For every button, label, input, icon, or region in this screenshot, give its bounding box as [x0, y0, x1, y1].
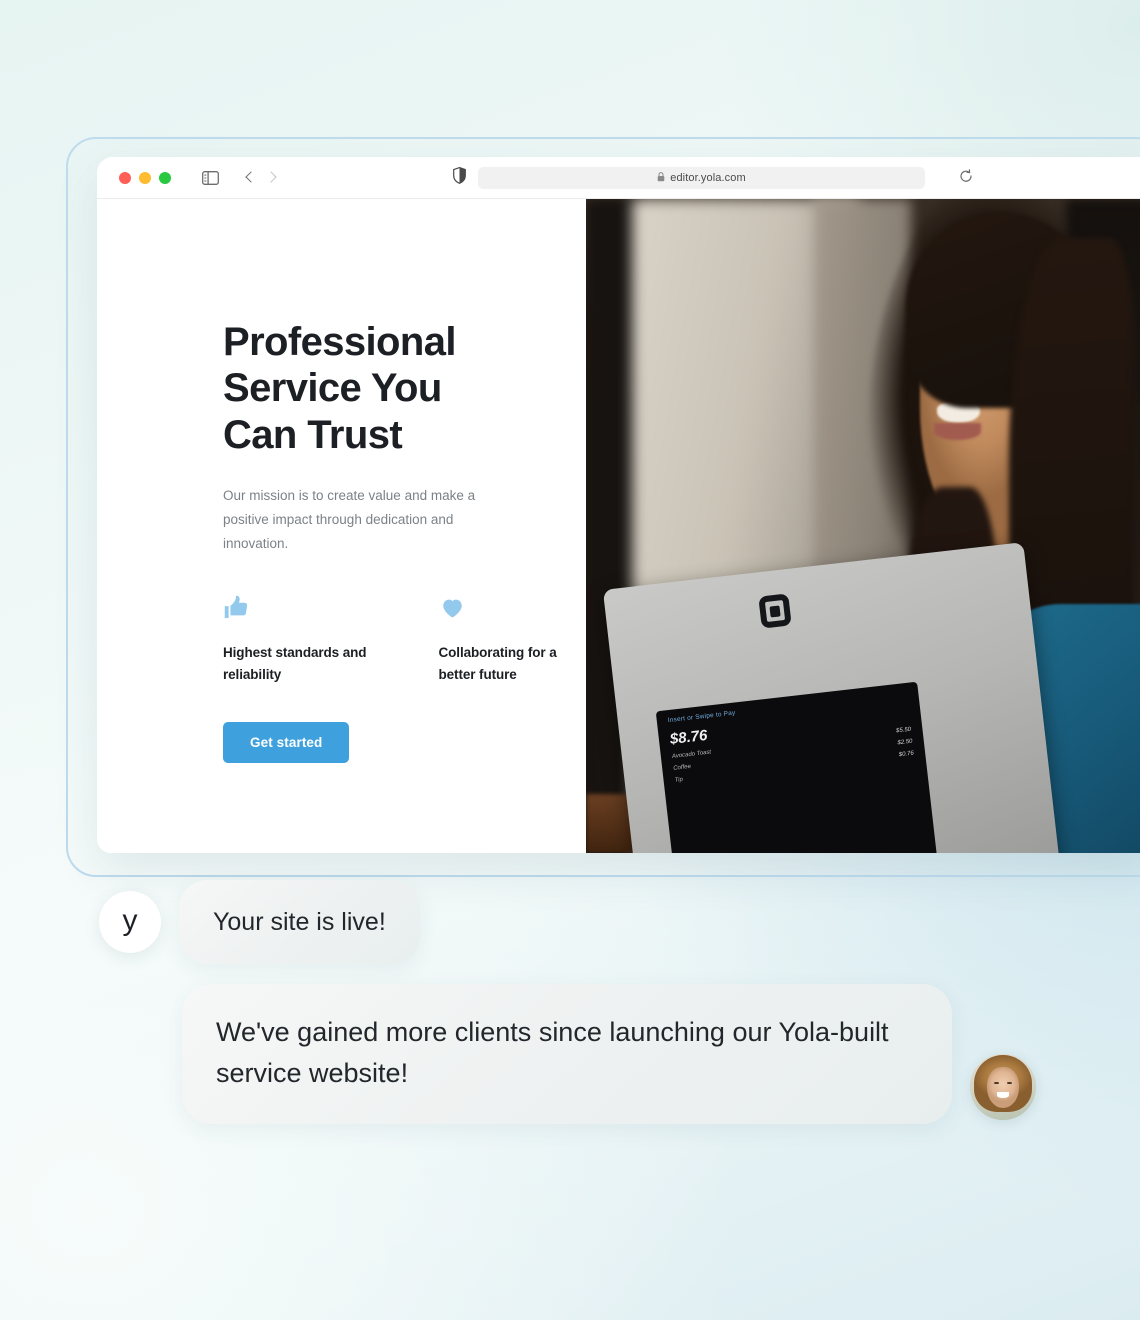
pos-item-price: $0.76 — [898, 750, 915, 759]
photo-pos-terminal-screen: Insert or Swipe to Pay $8.76 Avocado Toa… — [655, 681, 939, 853]
pos-item-name: Coffee — [672, 763, 692, 772]
sidebar-toggle-icon[interactable] — [202, 170, 219, 185]
maximize-window-button[interactable] — [159, 171, 171, 184]
chat-bubble-yola: Your site is live! — [179, 880, 420, 964]
feature-item: Collaborating for a better future — [439, 594, 587, 686]
hero-title: Professional Service You Can Trust — [223, 320, 456, 457]
hero-subtitle: Our mission is to create value and make … — [223, 488, 476, 552]
feature-item: Highest standards and reliability — [223, 594, 371, 686]
chat-thread: y Your site is live! We've gained more c… — [0, 880, 1140, 1125]
pos-item-price: $5.50 — [895, 726, 912, 735]
chevron-left-icon[interactable] — [241, 170, 257, 186]
lock-icon — [657, 169, 665, 187]
reload-icon[interactable] — [959, 168, 973, 188]
yola-logo-avatar: y — [99, 891, 161, 953]
browser-toolbar: editor.yola.com — [97, 157, 1140, 199]
minimize-window-button[interactable] — [139, 171, 151, 184]
pos-item-name: Tip — [674, 776, 684, 784]
thumbs-up-icon — [223, 594, 371, 624]
page-root: editor.yola.com Professional Service You… — [0, 0, 1140, 1320]
close-window-button[interactable] — [119, 171, 131, 184]
hero-feature-list: Highest standards and reliability Collab… — [223, 594, 586, 686]
heart-icon — [439, 594, 587, 624]
address-bar-url: editor.yola.com — [670, 171, 746, 184]
yola-logo-glyph: y — [122, 904, 138, 937]
window-traffic-lights — [119, 171, 171, 184]
hero-text-column: Professional Service You Can Trust Our m… — [97, 199, 586, 853]
photo-subject-lip — [934, 422, 982, 440]
pos-item-name: Avocado Toast — [671, 749, 712, 760]
hero-photo: Insert or Swipe to Pay $8.76 Avocado Toa… — [586, 199, 1140, 853]
get-started-button[interactable]: Get started — [223, 721, 350, 763]
address-bar[interactable]: editor.yola.com — [478, 166, 972, 189]
chat-bubble-user: We've gained more clients since launchin… — [182, 984, 952, 1125]
square-logo-icon — [758, 593, 792, 629]
user-photo-avatar — [970, 1054, 1036, 1121]
chevron-right-icon[interactable] — [265, 170, 281, 186]
chat-message-yola: y Your site is live! — [0, 880, 1140, 964]
site-viewport: Professional Service You Can Trust Our m… — [97, 199, 1140, 853]
browser-nav-buttons — [241, 170, 281, 186]
avatar-face — [987, 1067, 1019, 1109]
chat-message-user: We've gained more clients since launchin… — [0, 964, 1140, 1125]
avatar-smile — [997, 1092, 1009, 1098]
privacy-shield-icon[interactable] — [453, 166, 466, 189]
feature-label: Highest standards and reliability — [223, 645, 367, 683]
pos-item-price: $2.50 — [897, 738, 913, 747]
browser-window: editor.yola.com Professional Service You… — [97, 157, 1140, 853]
feature-label: Collaborating for a better future — [438, 645, 557, 683]
